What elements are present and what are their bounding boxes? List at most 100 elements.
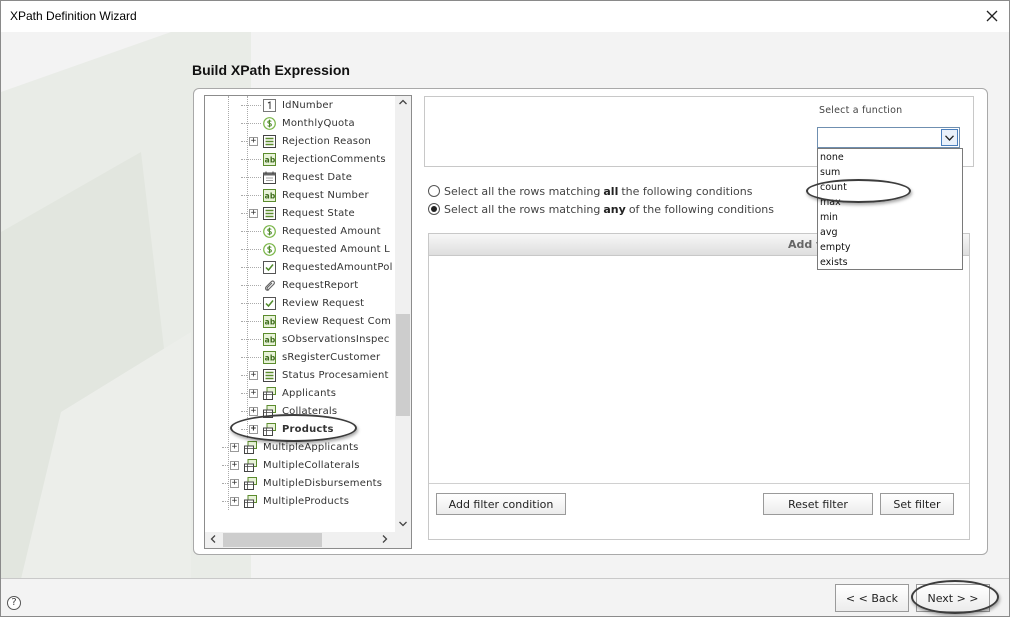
tree-item[interactable]: MonthlyQuota <box>249 114 355 132</box>
function-option-sum[interactable]: sum <box>820 167 840 182</box>
title-bar: XPath Definition Wizard <box>1 1 1009 32</box>
expand-icon[interactable]: + <box>249 208 258 218</box>
scroll-right-icon[interactable] <box>382 535 388 546</box>
tree-vertical-thumb[interactable] <box>396 314 410 416</box>
function-option-empty[interactable]: empty <box>820 242 850 257</box>
tree-item-label: MonthlyQuota <box>282 117 355 129</box>
function-option-none[interactable]: none <box>820 152 844 167</box>
tree-item[interactable]: ab sRegisterCustomer <box>249 348 380 366</box>
tree-item-label: RequestedAmountPol <box>282 261 393 273</box>
tree-item[interactable]: + Request State <box>249 204 355 222</box>
function-select-toggle[interactable] <box>941 129 958 146</box>
list-field-icon <box>263 368 282 382</box>
expand-icon[interactable]: + <box>230 460 239 470</box>
expand-icon[interactable]: + <box>249 388 258 398</box>
tree-item[interactable]: ab RejectionComments <box>249 150 386 168</box>
condition-any-option[interactable]: Select all the rows matching any of the … <box>428 201 774 217</box>
tree-item[interactable]: + Products <box>249 420 334 438</box>
tree-item[interactable]: + MultipleDisbursements <box>230 474 382 492</box>
function-option-min[interactable]: min <box>820 212 838 227</box>
tree-connector <box>241 339 261 340</box>
function-select[interactable] <box>817 127 960 148</box>
tree-item[interactable]: + MultipleApplicants <box>230 438 359 456</box>
scroll-up-icon[interactable] <box>399 98 407 108</box>
tree-item[interactable]: + MultipleProducts <box>230 492 349 510</box>
filter-footer: Add filter condition Reset filter Set fi… <box>429 483 969 539</box>
tree-item-label: MultipleProducts <box>263 495 350 507</box>
tree-item[interactable]: Request Date <box>249 168 352 186</box>
tree-horizontal-thumb[interactable] <box>223 533 322 547</box>
function-option-avg[interactable]: avg <box>820 227 837 242</box>
tree-item[interactable]: Requested Amount <box>249 222 381 240</box>
tree-item[interactable]: ab Request Number <box>249 186 369 204</box>
tree-item[interactable]: + Applicants <box>249 384 336 402</box>
field-tree[interactable]: IdNumber MonthlyQuota + Rejection Reason ab R… <box>204 95 412 549</box>
number-field-icon <box>263 98 282 112</box>
tree-item-label: IdNumber <box>282 99 334 111</box>
tree-item[interactable]: + MultipleCollaterals <box>230 456 360 474</box>
tree-item-label: Request State <box>282 207 355 219</box>
tree-guide <box>247 96 248 438</box>
tree-item-label: RequestReport <box>282 279 359 291</box>
text-field-icon: ab <box>263 188 282 202</box>
tree-item[interactable]: Requested Amount L <box>249 240 390 258</box>
expand-icon[interactable]: + <box>230 496 239 506</box>
tree-item-label: sRegisterCustomer <box>282 351 381 363</box>
radio-all[interactable] <box>428 185 440 197</box>
currency-field-icon <box>263 224 282 238</box>
expand-icon[interactable]: + <box>230 478 239 488</box>
function-option-exists[interactable]: exists <box>820 257 848 272</box>
condition-any-text: Select all the rows matching <box>444 202 601 216</box>
set-filter-button[interactable]: Set filter <box>880 493 954 515</box>
tree-item[interactable]: RequestReport <box>249 276 358 294</box>
svg-text:ab: ab <box>265 317 276 326</box>
page-title: Build XPath Expression <box>192 62 350 78</box>
function-option-max[interactable]: max <box>820 197 841 212</box>
svg-text:ab: ab <box>265 335 276 344</box>
tree-item[interactable]: IdNumber <box>249 96 333 114</box>
collection-icon <box>263 422 282 436</box>
expand-icon[interactable]: + <box>249 370 258 380</box>
tree-item-label: sObservationsInspec <box>282 333 390 345</box>
tree-item-label: Collaterals <box>282 405 338 417</box>
tree-item[interactable]: Review Request <box>249 294 364 312</box>
scroll-left-icon[interactable] <box>210 535 216 546</box>
add-filter-condition-button[interactable]: Add filter condition <box>436 493 566 515</box>
date-field-icon <box>263 171 282 184</box>
tree-connector <box>241 249 261 250</box>
back-button[interactable]: < < Back <box>835 584 909 612</box>
tree-item[interactable]: ab sObservationsInspec <box>249 330 390 348</box>
tree-item-label: Status Procesamient <box>282 369 389 381</box>
scroll-corner <box>395 532 411 548</box>
scroll-down-icon[interactable] <box>399 520 407 530</box>
radio-any[interactable] <box>428 203 440 215</box>
expand-icon[interactable]: + <box>249 136 258 146</box>
collection-icon <box>244 494 263 508</box>
tree-vertical-scrollbar[interactable] <box>395 96 411 533</box>
tree-item-label: RejectionComments <box>282 153 386 165</box>
tree-item[interactable]: + Status Procesamient <box>249 366 389 384</box>
expand-icon[interactable]: + <box>249 424 258 434</box>
boolean-field-icon <box>263 296 282 310</box>
svg-text:ab: ab <box>265 353 276 362</box>
tree-item[interactable]: RequestedAmountPol <box>249 258 393 276</box>
next-button[interactable]: Next > > <box>916 584 990 612</box>
tree-horizontal-scrollbar[interactable] <box>205 532 395 548</box>
tree-item-label: MultipleCollaterals <box>263 459 360 471</box>
condition-all-option[interactable]: Select all the rows matching all the fol… <box>428 183 752 199</box>
text-field-icon: ab <box>263 152 282 166</box>
close-button[interactable] <box>979 3 1005 29</box>
tree-item[interactable]: ab Review Request Com <box>249 312 391 330</box>
expand-icon[interactable]: + <box>230 442 239 452</box>
tree-item[interactable]: + Rejection Reason <box>249 132 371 150</box>
tree-item-label: Request Date <box>282 171 353 183</box>
function-option-count[interactable]: count <box>820 182 847 197</box>
expand-icon[interactable]: + <box>249 406 258 416</box>
collection-icon <box>263 386 282 400</box>
tree-item-label: Products <box>282 423 334 435</box>
tree-connector <box>241 357 261 358</box>
condition-any-suffix: of the following conditions <box>628 202 774 216</box>
reset-filter-button[interactable]: Reset filter <box>763 493 873 515</box>
help-icon[interactable]: ? <box>7 596 21 610</box>
tree-item[interactable]: + Collaterals <box>249 402 337 420</box>
